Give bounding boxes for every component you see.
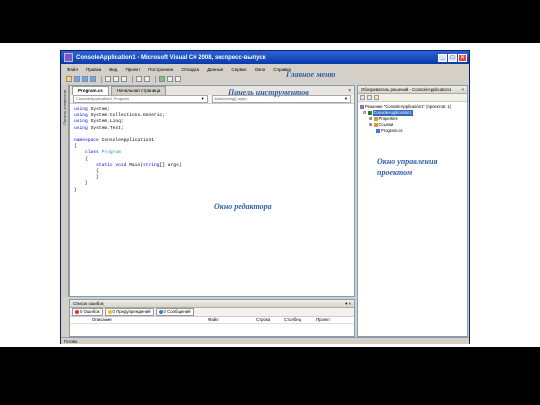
project-icon xyxy=(367,111,372,115)
messages-filter-button[interactable]: 0 Сообщений xyxy=(155,308,194,316)
error-list-panel: Список ошибок ▾ × 0 Ошибок 0 Предупрежде… xyxy=(69,299,355,337)
close-tab-icon[interactable]: × xyxy=(348,87,351,95)
undo-icon[interactable] xyxy=(136,76,142,82)
menu-project[interactable]: Проект xyxy=(125,67,140,72)
solution-explorer-icon[interactable] xyxy=(167,76,173,82)
code-editor[interactable]: Program.cs Начальная страница × ConsoleA… xyxy=(69,85,355,297)
pin-close-icon[interactable]: ▾ × xyxy=(345,300,351,307)
menu-data[interactable]: Данные xyxy=(207,67,223,72)
show-all-files-icon[interactable] xyxy=(367,95,372,100)
solution-explorer-header: Обозреватель решений - ConsoleApplicatio… xyxy=(358,86,467,94)
warnings-filter-button[interactable]: 0 Предупреждений xyxy=(104,308,154,316)
refresh-icon[interactable] xyxy=(374,95,379,100)
status-bar: Готово xyxy=(61,337,469,344)
main-menu-annotation: Главное меню xyxy=(286,70,336,79)
properties-icon[interactable] xyxy=(360,95,365,100)
cs-file-icon xyxy=(376,129,380,133)
column-project[interactable]: Проект xyxy=(316,317,330,323)
references-icon xyxy=(373,123,378,127)
chevron-down-icon: ▼ xyxy=(344,96,348,101)
expand-icon[interactable]: ⊞ xyxy=(369,122,373,128)
error-list-title: Список ошибок xyxy=(73,301,104,306)
toolbar-separator xyxy=(101,75,102,83)
solution-toolbar xyxy=(358,94,467,102)
menu-build[interactable]: Построение xyxy=(148,67,173,72)
save-all-icon[interactable] xyxy=(90,76,96,82)
navigation-bar: ConsoleApplication1.Program ▼ Main(string… xyxy=(70,95,354,104)
menu-bar: Файл Правка Вид Проект Построение Отладк… xyxy=(61,64,469,74)
code-line[interactable]: } xyxy=(74,188,182,194)
toolbar xyxy=(61,74,469,84)
info-icon xyxy=(158,310,163,314)
solution-tree: Решение "ConsoleApplication1" (проектов:… xyxy=(358,102,467,134)
minimize-button[interactable]: _ xyxy=(438,53,447,62)
tab-start-page[interactable]: Начальная страница xyxy=(110,86,167,95)
chevron-down-icon: ▼ xyxy=(200,96,205,101)
menu-debug[interactable]: Отладка xyxy=(181,67,199,72)
menu-view[interactable]: Вид xyxy=(109,67,117,72)
column-file[interactable]: Файл xyxy=(208,317,219,323)
open-icon[interactable] xyxy=(74,76,80,82)
new-project-icon[interactable] xyxy=(66,76,72,82)
toolbox-strip[interactable]: Панель элементов xyxy=(61,84,69,297)
maximize-button[interactable]: □ xyxy=(448,53,457,62)
menu-edit[interactable]: Правка xyxy=(86,67,101,72)
editor-annotation: Окно редактора xyxy=(214,202,272,211)
toolbar-separator xyxy=(155,75,156,83)
solution-icon xyxy=(360,105,364,109)
status-text: Готово xyxy=(64,339,78,344)
app-icon xyxy=(64,53,73,62)
title-bar: ConsoleApplication1 - Microsoft Visual C… xyxy=(61,51,469,64)
paste-icon[interactable] xyxy=(121,76,127,82)
folder-icon xyxy=(373,117,378,121)
toolbox-label: Панель элементов xyxy=(62,90,67,125)
menu-file[interactable]: Файл xyxy=(67,67,78,72)
window-title: ConsoleApplication1 - Microsoft Visual C… xyxy=(76,54,266,61)
toolbar-annotation: Панель инструментов xyxy=(228,88,309,97)
tree-item-program-cs[interactable]: Program.cs xyxy=(360,128,467,134)
error-filters: 0 Ошибок 0 Предупреждений 0 Сообщений xyxy=(70,308,354,317)
pin-close-icon[interactable]: × xyxy=(461,86,464,93)
error-columns: Описание Файл Строка Столбец Проект xyxy=(70,317,354,324)
solution-explorer-title: Обозреватель решений - ConsoleApplicatio… xyxy=(361,87,452,92)
tab-program-cs[interactable]: Program.cs xyxy=(72,86,109,95)
toolbar-separator xyxy=(132,75,133,83)
collapse-icon[interactable]: ⊟ xyxy=(363,110,367,116)
redo-icon[interactable] xyxy=(144,76,150,82)
properties-icon[interactable] xyxy=(175,76,181,82)
code-text[interactable]: using System; using System.Collections.Ge… xyxy=(74,107,182,194)
cut-icon[interactable] xyxy=(105,76,111,82)
start-debug-icon[interactable] xyxy=(159,76,165,82)
menu-tools[interactable]: Сервис xyxy=(231,67,246,72)
errors-filter-button[interactable]: 0 Ошибок xyxy=(72,308,103,316)
column-column[interactable]: Столбец xyxy=(284,317,301,323)
close-button[interactable]: × xyxy=(458,53,467,62)
project-window-annotation: Окно управления проектом xyxy=(377,157,438,177)
error-list-header: Список ошибок ▾ × xyxy=(70,300,354,308)
save-icon[interactable] xyxy=(82,76,88,82)
warning-icon xyxy=(107,310,112,314)
error-icon xyxy=(75,310,79,314)
column-line[interactable]: Строка xyxy=(256,317,270,323)
solution-explorer: Обозреватель решений - ConsoleApplicatio… xyxy=(357,85,468,337)
type-dropdown[interactable]: ConsoleApplication1.Program ▼ xyxy=(73,95,208,103)
column-description[interactable]: Описание xyxy=(92,317,112,323)
menu-window[interactable]: Окно xyxy=(255,67,265,72)
copy-icon[interactable] xyxy=(113,76,119,82)
